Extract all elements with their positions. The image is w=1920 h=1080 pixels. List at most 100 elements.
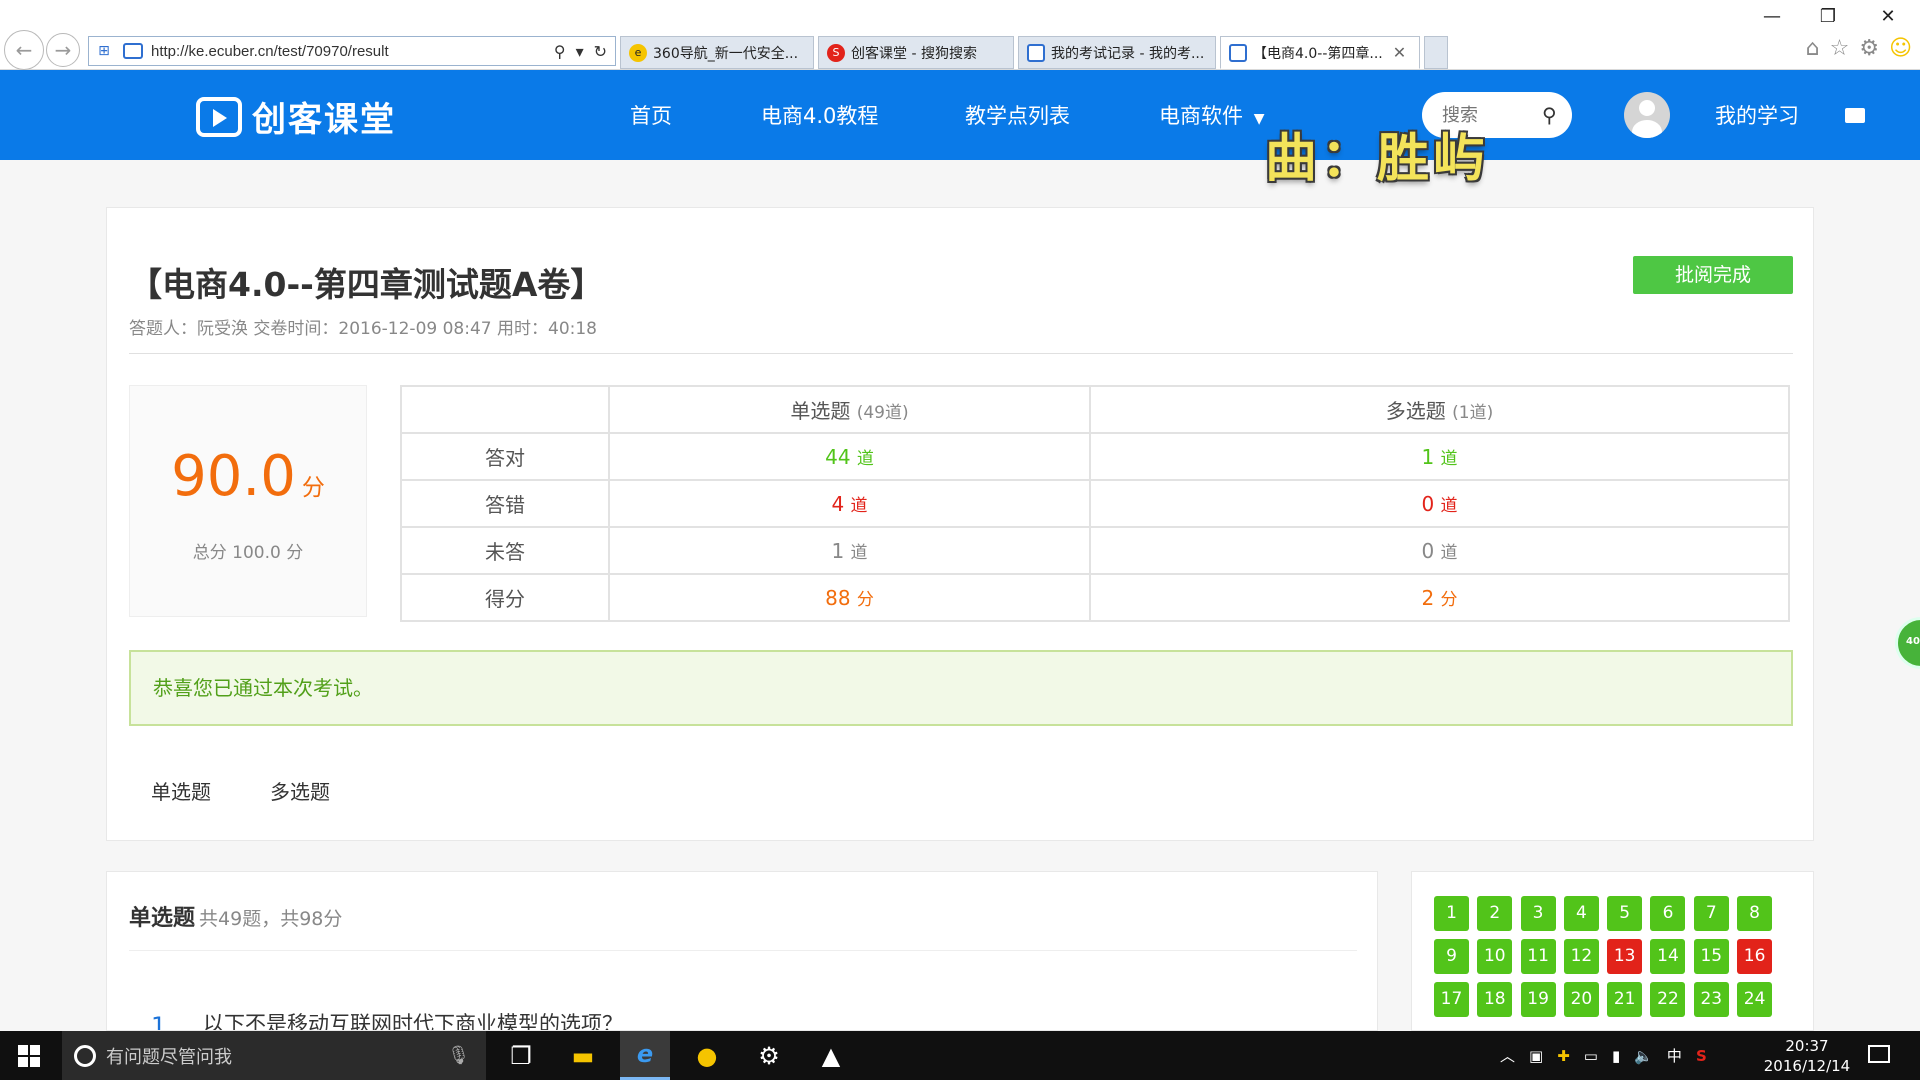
answer-cell[interactable]: 24 — [1737, 982, 1773, 1017]
settings-gear-icon[interactable]: ⚙ — [1859, 36, 1879, 61]
media-app-icon[interactable]: ▲ — [806, 1031, 856, 1080]
sogou-ime-icon[interactable]: S — [1696, 1047, 1707, 1065]
answer-cell[interactable]: 22 — [1650, 982, 1686, 1017]
answer-cell[interactable]: 21 — [1607, 982, 1643, 1017]
answer-cell[interactable]: 11 — [1520, 939, 1556, 974]
header-label: 多选题 — [1385, 399, 1446, 423]
score-unit: 分 — [301, 475, 325, 501]
nav-tutorial[interactable]: 电商4.0教程 — [761, 100, 878, 130]
task-view-icon[interactable]: ❐ — [496, 1031, 546, 1080]
exam-meta: 答题人：阮受涣 交卷时间：2016-12-09 08:47 用时：40:18 — [129, 319, 597, 339]
question-text: 以下不是移动互联网时代下商业模型的选项？ — [203, 1012, 623, 1031]
answer-cell[interactable]: 5 — [1607, 896, 1643, 931]
forward-button[interactable]: → — [46, 33, 80, 67]
restore-button[interactable]: ❐ — [1808, 6, 1848, 27]
site-header: 创客课堂 首页 电商4.0教程 教学点列表 电商软件 ▼ ⚲ 我的学习 — [0, 70, 1920, 160]
network-icon[interactable]: ▭ — [1584, 1047, 1598, 1065]
side-float-badge[interactable]: 40 — [1895, 617, 1920, 669]
refresh-icon[interactable]: ↻ — [594, 42, 607, 61]
avatar[interactable] — [1624, 92, 1670, 138]
tab-label: 360导航_新一代安全... — [653, 45, 799, 62]
browser-tab[interactable]: S 创客课堂 - 搜狗搜索 — [818, 36, 1014, 69]
answer-cell[interactable]: 7 — [1693, 896, 1729, 931]
home-icon[interactable]: ⌂ — [1806, 36, 1820, 61]
volume-icon[interactable]: 🔈 — [1634, 1047, 1653, 1065]
mail-icon[interactable] — [1845, 108, 1865, 123]
tab-close-icon[interactable]: ✕ — [1393, 43, 1406, 62]
column-header-single: 单选题 (49道) — [608, 385, 1091, 434]
result-table: 单选题 (49道) 多选题 (1道) 答对 44 道 1 道 答错 4 道 0 … — [400, 385, 1790, 622]
my-learning-link[interactable]: 我的学习 — [1715, 100, 1799, 130]
answer-cell[interactable]: 19 — [1520, 982, 1556, 1017]
tray-expand-icon[interactable]: ︿ — [1500, 1045, 1515, 1066]
cortana-search[interactable]: 有问题尽管问我 🎙 — [62, 1031, 486, 1080]
close-window-button[interactable]: ✕ — [1868, 6, 1908, 27]
notification-icon[interactable] — [1868, 1045, 1890, 1063]
answer-cell[interactable]: 3 — [1520, 896, 1556, 931]
windows-start-icon[interactable] — [18, 1045, 40, 1067]
search-icon[interactable]: ⚲ — [1542, 103, 1557, 127]
answer-cell[interactable]: 2 — [1477, 896, 1513, 931]
clock[interactable]: 20:37 2016/12/14 — [1762, 1036, 1852, 1076]
file-explorer-icon[interactable]: ▬ — [558, 1031, 608, 1080]
answer-cell[interactable]: 16 — [1737, 939, 1773, 974]
cell-value: 0 道 — [1089, 479, 1790, 528]
tab-multi-choice[interactable]: 多选题 — [270, 776, 330, 805]
back-arrow-icon: ← — [15, 38, 33, 62]
clock-time: 20:37 — [1785, 1037, 1829, 1055]
answer-cell[interactable]: 18 — [1477, 982, 1513, 1017]
tab-single-choice[interactable]: 单选题 — [151, 776, 211, 805]
cell-value: 44 道 — [608, 432, 1091, 481]
answer-cell[interactable]: 9 — [1434, 939, 1469, 974]
settings-app-icon[interactable]: ⚙ — [744, 1031, 794, 1080]
site-logo[interactable]: 创客课堂 — [196, 92, 396, 141]
answer-cell[interactable]: 8 — [1737, 896, 1773, 931]
nav-home[interactable]: 首页 — [630, 100, 672, 130]
logo-text: 创客课堂 — [252, 100, 396, 140]
url-text[interactable]: http://ke.ecuber.cn/test/70970/result — [151, 43, 554, 60]
cell-unit: 道 — [856, 449, 874, 469]
table-row: 未答 1 道 0 道 — [400, 526, 1790, 575]
address-bar[interactable]: ⊞ http://ke.ecuber.cn/test/70970/result … — [88, 36, 616, 66]
app-360-icon[interactable]: ● — [682, 1031, 732, 1080]
browser-tab[interactable]: e 360导航_新一代安全... — [620, 36, 814, 69]
answer-cell[interactable]: 14 — [1650, 939, 1686, 974]
microphone-icon[interactable]: 🎙 — [447, 1045, 470, 1066]
cell-number: 44 — [825, 445, 851, 469]
table-header-row: 单选题 (49道) 多选题 (1道) — [400, 385, 1790, 434]
nav-software[interactable]: 电商软件 ▼ — [1159, 100, 1264, 130]
answer-cell[interactable]: 6 — [1650, 896, 1686, 931]
battery-icon[interactable]: ▮ — [1612, 1047, 1620, 1065]
answer-cell[interactable]: 15 — [1693, 939, 1729, 974]
favorites-star-icon[interactable]: ☆ — [1830, 36, 1850, 61]
cell-value: 4 道 — [608, 479, 1091, 528]
ime-indicator[interactable]: 中 — [1667, 1045, 1682, 1066]
review-done-button[interactable]: 批阅完成 — [1633, 256, 1793, 294]
answer-cell[interactable]: 4 — [1563, 896, 1599, 931]
answer-cell[interactable]: 13 — [1607, 939, 1643, 974]
tray-app-icon[interactable]: ▣ — [1529, 1047, 1543, 1065]
answer-cell[interactable]: 20 — [1563, 982, 1599, 1017]
minimize-button[interactable]: — — [1752, 6, 1792, 27]
back-button[interactable]: ← — [4, 30, 44, 70]
answer-cell[interactable]: 1 — [1434, 896, 1469, 931]
tray-360-icon[interactable]: ✚ — [1557, 1047, 1570, 1065]
new-tab-button[interactable] — [1424, 36, 1448, 69]
nav-teaching-points[interactable]: 教学点列表 — [965, 100, 1070, 130]
answer-cell[interactable]: 17 — [1434, 982, 1469, 1017]
play-logo-icon — [196, 96, 242, 137]
answer-cell[interactable]: 23 — [1693, 982, 1729, 1017]
answer-cell[interactable]: 12 — [1563, 939, 1599, 974]
internet-explorer-icon[interactable]: e — [620, 1031, 670, 1080]
search-icon[interactable]: ⚲ — [554, 42, 566, 61]
browser-tab-active[interactable]: 【电商4.0--第四章... ✕ — [1220, 36, 1420, 69]
score-value: 90.0 分 — [130, 444, 366, 509]
dropdown-icon[interactable]: ▾ — [576, 42, 584, 61]
smiley-feedback-icon[interactable]: ☺ — [1889, 36, 1912, 61]
browser-tab[interactable]: 我的考试记录 - 我的考... — [1018, 36, 1216, 69]
cell-number: 0 — [1421, 492, 1435, 516]
table-row: 答对 44 道 1 道 — [400, 432, 1790, 481]
browser-chrome: — ❐ ✕ ← → ⊞ http://ke.ecuber.cn/test/709… — [0, 0, 1920, 70]
answer-cell[interactable]: 10 — [1477, 939, 1513, 974]
cortana-ring-icon — [74, 1044, 96, 1067]
